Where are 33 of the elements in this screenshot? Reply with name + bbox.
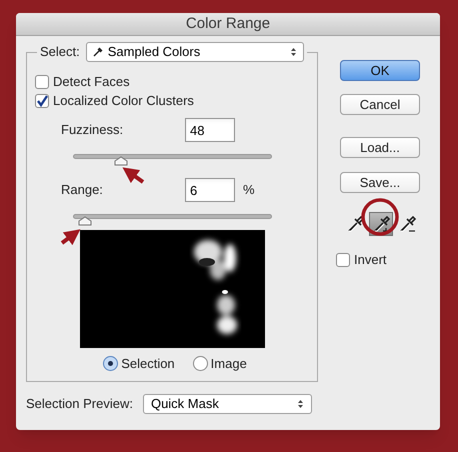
preview-dropdown[interactable]: Quick Mask [142,394,312,414]
stepper-icon [290,47,297,57]
unit-label: % [243,181,255,200]
circle-annotation [361,198,399,236]
radio-button[interactable] [192,356,208,372]
dialog-button[interactable]: OK [340,60,420,81]
select-label: Select: [40,43,80,62]
eyedropper-icon [92,47,103,57]
window-title: Color Range [186,14,270,34]
stepper-icon [296,399,304,409]
checkbox-label: Detect Faces [53,73,130,92]
checkbox[interactable] [35,75,49,89]
select-dropdown[interactable]: Sampled Colors [86,42,304,62]
checkbox[interactable] [35,94,49,108]
checkmark-icon [36,95,48,107]
checkbox-label: Invert [354,251,387,269]
slider-thumb[interactable] [78,216,92,226]
value-field[interactable]: 6 [185,178,235,202]
slider-label: Range: [61,181,103,200]
preview-label: Selection Preview: [26,395,133,414]
radio-label: Image [210,355,247,373]
checkbox-label: Localized Color Clusters [53,92,194,110]
dialog-button[interactable]: Cancel [340,94,420,115]
slider-label: Fuzziness: [61,121,124,140]
arrow-annotation [122,167,144,184]
checkbox[interactable] [336,252,350,267]
radio-label: Selection [121,355,175,373]
dialog-button[interactable]: Load... [340,137,420,158]
dialog-button[interactable]: Save... [340,172,420,193]
value-field[interactable]: 48 [185,118,235,142]
slider-thumb[interactable] [114,156,128,166]
radio-button[interactable] [103,356,118,372]
arrow-annotation [60,229,80,246]
